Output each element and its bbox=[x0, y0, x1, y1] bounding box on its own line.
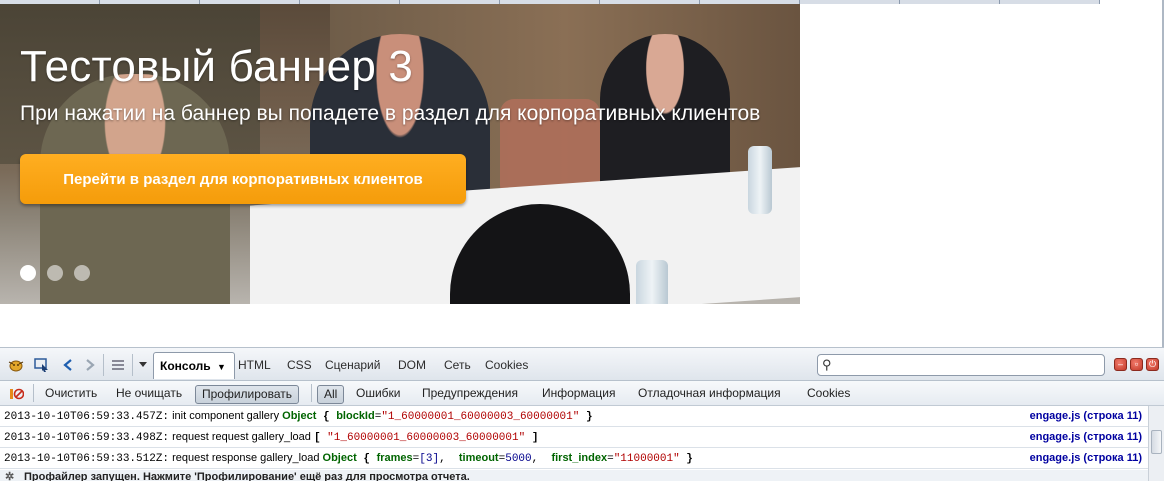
detach-icon[interactable]: ▫ bbox=[1130, 358, 1143, 371]
clear-button[interactable]: Очистить bbox=[45, 385, 97, 404]
log-source-link[interactable]: engage.js (строка 11) bbox=[1030, 427, 1142, 447]
toolbar-separator bbox=[103, 354, 104, 376]
log-message: init component gallery bbox=[169, 410, 283, 422]
log-value[interactable]: "1_60000001_60000003_60000001" bbox=[327, 432, 525, 444]
log-value: 5000 bbox=[505, 453, 532, 465]
minimize-icon[interactable]: – bbox=[1114, 358, 1127, 371]
log-bracket: ] bbox=[525, 432, 539, 444]
tab-dom[interactable]: DOM bbox=[398, 358, 426, 372]
log-bracket: } bbox=[579, 411, 593, 423]
forward-icon[interactable] bbox=[80, 355, 100, 375]
log-timestamp: 2013-10-10T06:59:33.512Z: bbox=[4, 453, 170, 465]
tab-css[interactable]: CSS bbox=[287, 358, 312, 372]
log-source-link[interactable]: engage.js (строка 11) bbox=[1030, 448, 1142, 468]
log-row: 2013-10-10T06:59:33.498Z: request reques… bbox=[0, 427, 1148, 448]
filter-cookies-button[interactable]: Cookies bbox=[807, 385, 850, 404]
console-log: 2013-10-10T06:59:33.457Z: init component… bbox=[0, 406, 1148, 481]
search-input[interactable]: ⚲ bbox=[817, 354, 1105, 376]
tab-script[interactable]: Сценарий bbox=[325, 358, 380, 372]
search-icon: ⚲ bbox=[822, 357, 832, 372]
log-value: "1_60000001_60000003_60000001" bbox=[381, 411, 580, 423]
firebug-bug-icon[interactable] bbox=[6, 355, 26, 375]
log-bracket: [ bbox=[313, 432, 328, 444]
toolbar-separator bbox=[132, 354, 133, 376]
persist-button[interactable]: Не очищать bbox=[116, 385, 182, 404]
filter-all-button[interactable]: All bbox=[317, 385, 345, 404]
log-bracket: } bbox=[679, 453, 693, 465]
top-nav-item[interactable] bbox=[1000, 0, 1100, 4]
log-source-link[interactable]: engage.js (строка 11) bbox=[1030, 406, 1142, 426]
banner-subtitle: При нажатии на баннер вы попадете в разд… bbox=[20, 102, 761, 125]
corporate-clients-button[interactable]: Перейти в раздел для корпоративных клиен… bbox=[20, 154, 466, 204]
log-timestamp: 2013-10-10T06:59:33.457Z: bbox=[4, 411, 170, 423]
log-value[interactable]: [3] bbox=[419, 453, 439, 465]
banner-slider[interactable]: Тестовый баннер 3 При нажатии на баннер … bbox=[0, 4, 800, 304]
toolbar-separator bbox=[33, 384, 34, 402]
log-key: first_index bbox=[551, 452, 608, 464]
firebug-toolbar: Консоль ▼ HTML CSS Сценарий DOM Сеть Coo… bbox=[0, 348, 1164, 381]
log-bracket: { bbox=[356, 453, 377, 465]
slider-dot-1[interactable] bbox=[20, 265, 36, 281]
log-key: frames bbox=[376, 452, 413, 464]
tab-net[interactable]: Сеть bbox=[444, 358, 471, 372]
toolbar-separator bbox=[311, 384, 312, 402]
command-line-icon[interactable] bbox=[108, 355, 128, 375]
log-object-link[interactable]: Object bbox=[323, 452, 357, 464]
log-row: 2013-10-10T06:59:33.457Z: init component… bbox=[0, 406, 1148, 427]
slider-dot-3[interactable] bbox=[74, 265, 90, 281]
filter-warnings-button[interactable]: Предупреждения bbox=[422, 385, 518, 404]
tab-console-label: Консоль bbox=[160, 359, 211, 373]
chevron-down-icon[interactable] bbox=[136, 355, 150, 375]
scrollbar-thumb[interactable] bbox=[1151, 430, 1162, 454]
top-nav-item[interactable] bbox=[800, 0, 900, 4]
profiler-status-text: Профайлер запущен. Нажмите 'Профилирован… bbox=[24, 471, 470, 481]
slider-dots bbox=[20, 265, 90, 281]
log-message: request request gallery_load bbox=[169, 431, 314, 443]
slider-dot-2[interactable] bbox=[47, 265, 63, 281]
log-object-link[interactable]: Object bbox=[282, 410, 316, 422]
close-icon[interactable]: ⏻ bbox=[1146, 358, 1159, 371]
filter-debug-button[interactable]: Отладочная информация bbox=[638, 385, 781, 404]
tab-html[interactable]: HTML bbox=[238, 358, 271, 372]
clear-console-icon[interactable] bbox=[6, 384, 26, 404]
filter-info-button[interactable]: Информация bbox=[542, 385, 615, 404]
chevron-down-icon[interactable]: ▼ bbox=[217, 362, 226, 372]
log-message: request response gallery_load bbox=[169, 452, 323, 464]
log-timestamp: 2013-10-10T06:59:33.498Z: bbox=[4, 432, 170, 444]
log-key: timeout bbox=[458, 452, 499, 464]
profiler-status: ✲ Профайлер запущен. Нажмите 'Профилиров… bbox=[0, 470, 1148, 481]
page: Тестовый баннер 3 При нажатии на баннер … bbox=[0, 0, 1164, 481]
profile-button[interactable]: Профилировать bbox=[195, 385, 299, 404]
log-key: blockId bbox=[336, 410, 375, 422]
inspect-element-icon[interactable] bbox=[32, 355, 52, 375]
banner-title: Тестовый баннер 3 bbox=[20, 42, 414, 91]
filter-errors-button[interactable]: Ошибки bbox=[356, 385, 401, 404]
profiler-spinner-icon: ✲ bbox=[5, 471, 15, 481]
tab-console[interactable]: Консоль ▼ bbox=[153, 352, 235, 379]
banner-photo-bottle bbox=[636, 260, 668, 304]
console-scrollbar[interactable] bbox=[1148, 406, 1164, 481]
tab-cookies[interactable]: Cookies bbox=[485, 358, 528, 372]
back-icon[interactable] bbox=[58, 355, 78, 375]
log-row: 2013-10-10T06:59:33.512Z: request respon… bbox=[0, 448, 1148, 469]
console-filter-bar: Очистить Не очищать Профилировать All Ош… bbox=[0, 381, 1164, 406]
firebug-panel: Консоль ▼ HTML CSS Сценарий DOM Сеть Coo… bbox=[0, 347, 1164, 481]
top-nav-item[interactable] bbox=[900, 0, 1000, 4]
log-value: "11000001" bbox=[613, 453, 680, 465]
banner-photo-bottle bbox=[748, 146, 772, 214]
log-bracket: { bbox=[316, 411, 337, 423]
